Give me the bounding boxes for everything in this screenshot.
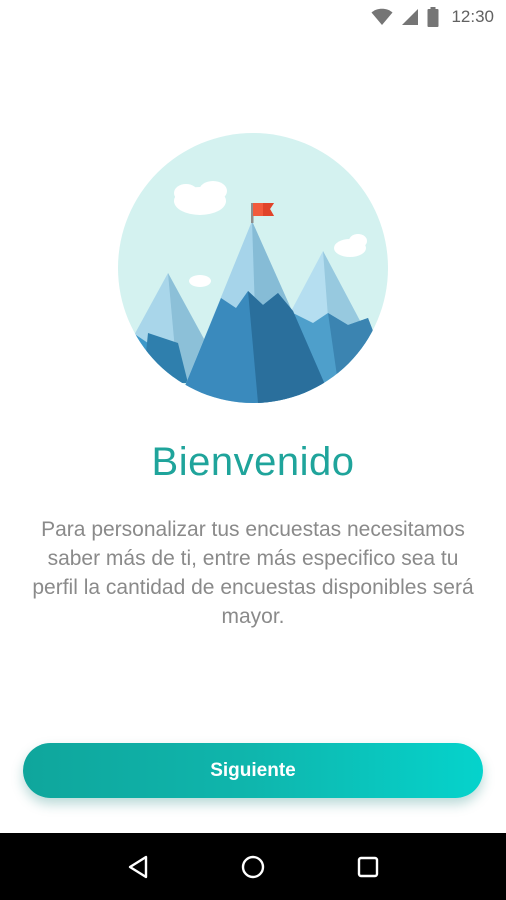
welcome-description: Para personalizar tus encuestas necesita… (32, 518, 474, 628)
welcome-title: Bienvenido (151, 440, 355, 484)
recents-square-icon[interactable] (348, 847, 388, 887)
next-button[interactable]: Siguiente (23, 743, 483, 798)
cellular-signal-icon (401, 8, 419, 26)
status-bar: 12:30 (0, 0, 506, 34)
wifi-icon (371, 8, 393, 26)
status-time: 12:30 (451, 7, 494, 26)
back-triangle-icon[interactable] (118, 847, 158, 887)
mountain-illustration (118, 133, 388, 403)
home-circle-icon[interactable] (233, 847, 273, 887)
battery-icon (427, 7, 439, 27)
system-navigation-bar (0, 833, 506, 900)
